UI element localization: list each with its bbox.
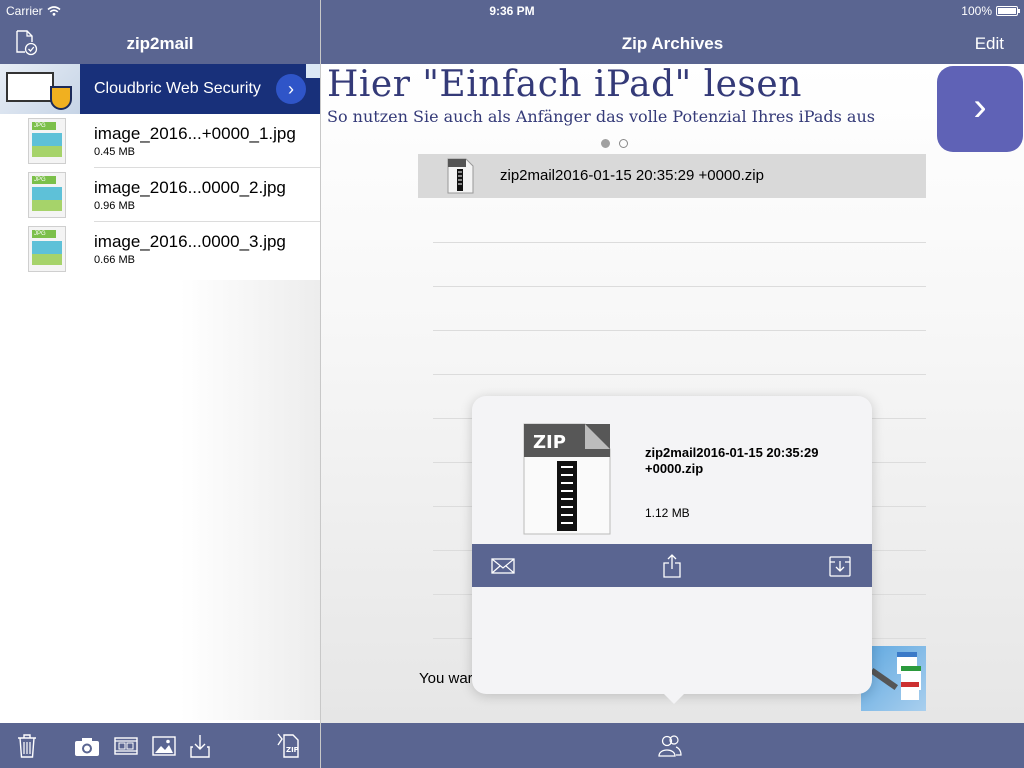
table-row[interactable]: zip2mail2016-01-15 20:35:29 +0000.zip [418, 154, 926, 198]
promo-banner[interactable]: Hier "Einfach iPad" lesen So nutzen Sie … [327, 64, 1017, 154]
left-toolbar: ZIP [0, 723, 320, 768]
promo-headline: Hier "Einfach iPad" lesen [327, 64, 802, 105]
banner-text: You war [419, 670, 473, 687]
mail-icon[interactable] [491, 554, 515, 578]
zip-file-icon: ZIP [523, 423, 611, 535]
file-name: image_2016...+0000_1.jpg [94, 124, 296, 143]
film-strip-icon[interactable] [113, 733, 139, 759]
trash-icon[interactable] [14, 733, 40, 759]
page-dot[interactable] [601, 139, 610, 148]
zip-file-icon [447, 158, 474, 194]
row-separator [433, 374, 926, 375]
popover-file-size: 1.12 MB [645, 506, 690, 520]
row-separator [433, 286, 926, 287]
list-item[interactable]: JPG image_2016...0000_3.jpg 0.66 MB [0, 222, 320, 276]
right-toolbar [321, 723, 1024, 768]
file-name: image_2016...0000_3.jpg [94, 232, 286, 251]
chevron-right-icon: › [973, 85, 987, 129]
edit-button[interactable]: Edit [975, 34, 1004, 54]
status-bar: Carrier 9:36 PM 100% [0, 0, 1024, 20]
file-size: 0.96 MB [94, 200, 135, 212]
battery-icon [996, 6, 1020, 16]
zip-label: ZIP [533, 432, 566, 453]
share-icon[interactable] [660, 554, 684, 578]
zip-label: ZIP [286, 746, 299, 754]
background-shade [180, 280, 320, 720]
archive-download-icon[interactable] [828, 554, 852, 578]
archive-name: zip2mail2016-01-15 20:35:29 +0000.zip [500, 167, 764, 184]
right-nav-title: Zip Archives [621, 34, 724, 53]
people-icon[interactable] [657, 733, 683, 759]
row-separator [433, 242, 926, 243]
left-nav-title: zip2mail [126, 34, 194, 53]
list-item[interactable]: JPG image_2016...0000_2.jpg 0.96 MB [0, 168, 320, 222]
promo-subline: So nutzen Sie auch als Anfänger das voll… [327, 107, 875, 126]
row-separator [433, 330, 926, 331]
zip-document-icon[interactable]: ZIP [274, 733, 300, 759]
file-size: 0.66 MB [94, 254, 135, 266]
popover-arrow [662, 692, 686, 704]
photo-icon[interactable] [151, 733, 177, 759]
split-divider [320, 0, 321, 768]
chevron-right-icon[interactable]: › [276, 74, 306, 104]
clock: 9:36 PM [489, 4, 535, 18]
file-size: 0.45 MB [94, 146, 135, 158]
battery-percent: 100% [961, 4, 992, 18]
popover-action-bar [472, 544, 872, 587]
popover-file-name: zip2mail2016-01-15 20:35:29 +0000.zip [645, 445, 819, 476]
shield-icon [50, 86, 72, 110]
battery-group: 100% [961, 4, 1020, 18]
page-indicator[interactable] [601, 139, 628, 148]
ad-text: Cloudbric Web Security [94, 80, 261, 97]
archive-popover: ZIP zip2mail2016-01-15 20:35:29 +0000.zi… [472, 396, 872, 704]
ad-thumbnail [0, 64, 80, 114]
adchoices-icon[interactable] [306, 64, 320, 78]
jpg-file-icon: JPG [28, 226, 66, 272]
camera-icon[interactable] [74, 733, 100, 759]
page-dot[interactable] [619, 139, 628, 148]
file-name: image_2016...0000_2.jpg [94, 178, 286, 197]
download-icon[interactable] [187, 733, 213, 759]
jpg-file-icon: JPG [28, 172, 66, 218]
jpg-file-icon: JPG [28, 118, 66, 164]
list-item[interactable]: JPG image_2016...+0000_1.jpg 0.45 MB [0, 114, 320, 168]
file-list: JPG image_2016...+0000_1.jpg 0.45 MB JPG… [0, 114, 320, 276]
ad-banner[interactable]: Cloudbric Web Security › [0, 64, 320, 114]
promo-next-button[interactable]: › [937, 66, 1023, 152]
